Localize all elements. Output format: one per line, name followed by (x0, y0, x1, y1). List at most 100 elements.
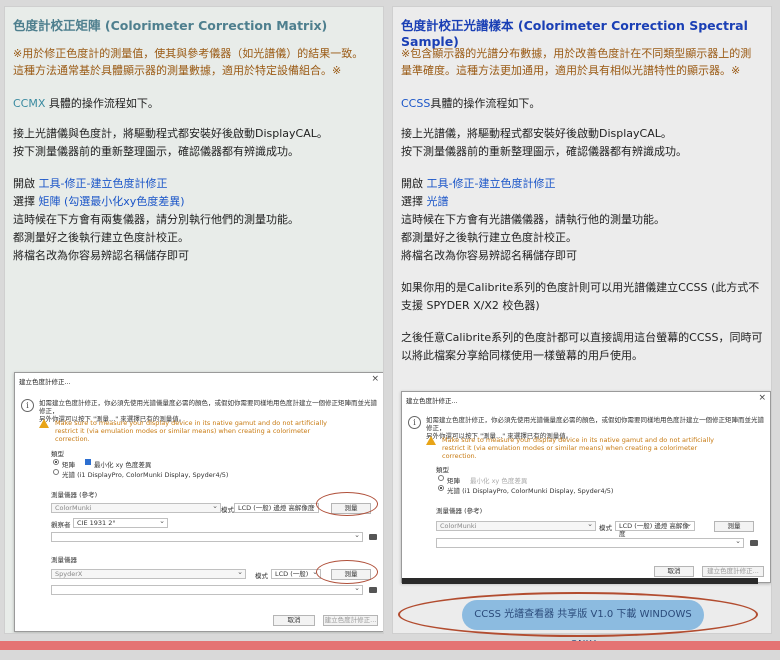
ccss-viewer-download-button[interactable]: CCSS 光譜查看器 共享版 V1.0 下載 WINDOWS ONLY (462, 600, 704, 650)
open-prefix: 開啟 (401, 177, 427, 190)
reference-instrument-label: 測量儀器 (參考) (436, 507, 483, 515)
highlight-oval (316, 560, 378, 584)
note-line: 這種方法通常基於具體顯示器的測量數據，適用於特定設備組合。※ (13, 64, 342, 77)
step-line: 按下測量儀器前的重新整理圖示，確認儀器都有辨識成功。 (401, 145, 687, 158)
calibrite-line: 如果你用的是Calibrite系列的色度計則可以用光譜儀建立CCSS (此方式不 (401, 281, 760, 294)
ccmx-steps-2: 開啟 工具-修正-建立色度計修正 選擇 矩陣 (勾選最小化xy色度差異) 這時候… (13, 175, 375, 265)
step-line: 接上光譜儀與色度計，將驅動程式都安裝好後啟動DisplayCAL。 (13, 127, 328, 140)
step-line: 這時候在下方會有兩隻儀器，請分別執行他們的測量功能。 (13, 213, 299, 226)
matrix-radio[interactable] (53, 459, 59, 465)
spectral-label: 光譜 (i1 DisplayPro, ColorMunki Display, S… (62, 471, 229, 479)
observer-label: 觀察者 (51, 521, 71, 529)
desc-line: 如需建立色度計修正，你必須先使用光譜儀量度必需的顏色，或假如你需要同樣地用色度計… (426, 416, 764, 432)
type-label: 類型 (51, 450, 64, 458)
share-line: 之後任意Calibrite系列的色度計都可以直接調用這台螢幕的CCSS，同時可 (401, 331, 763, 344)
type-label: 類型 (436, 466, 449, 474)
cancel-button[interactable]: 取消 (273, 615, 315, 626)
create-correction-button[interactable]: 建立色度計修正... (702, 566, 764, 577)
ccmx-note: ※用於修正色度計的測量值，使其與參考儀器（如光譜儀）的結果一致。 這種方法通常基… (13, 45, 375, 79)
share-note: 之後任意Calibrite系列的色度計都可以直接調用這台螢幕的CCSS，同時可 … (401, 329, 763, 365)
measurement-instrument-label: 測量儀器 (51, 556, 77, 564)
info-icon: i (408, 416, 421, 429)
ccss-dialog-screenshot: 建立色度計修正... × i 如需建立色度計修正，你必須先使用光譜儀量度必需的顏… (401, 391, 771, 583)
step-line: 都測量好之後執行建立色度計校正。 (13, 231, 189, 244)
matrix-label: 矩陣 (62, 461, 75, 469)
warn-line: restrict it (via emulation modes or simi… (55, 427, 311, 435)
measurement-file-select[interactable] (51, 584, 363, 595)
dialog-scroll-edge (402, 578, 758, 584)
select-value: 光譜 (426, 195, 449, 208)
spectral-radio[interactable] (53, 469, 59, 475)
close-icon[interactable]: × (758, 393, 766, 403)
ccss-intro-text: 具體的操作流程如下。 (430, 97, 541, 110)
bottom-bar (0, 641, 780, 650)
observer-select[interactable]: CIE 1931 2° (73, 517, 168, 528)
folder-icon[interactable] (369, 587, 377, 593)
step-line: 按下測量儀器前的重新整理圖示，確認儀器都有辨識成功。 (13, 145, 299, 158)
step-line: 將檔名改為你容易辨認名稱儲存即可 (13, 249, 189, 262)
measurement-device-select[interactable]: SpyderX (51, 568, 246, 579)
calibrite-line: 支援 SPYDER X/X2 校色器) (401, 299, 540, 312)
highlight-oval (316, 492, 378, 516)
ccss-note: ※包含顯示器的光譜分布數據，用於改善色度計在不同類型顯示器上的測 量準確度。這種… (401, 45, 763, 79)
reference-measure-button[interactable]: 測量 (714, 521, 754, 532)
reference-mode-select[interactable]: LCD (一般) 邊燈 高解像度 (615, 520, 695, 538)
reference-instrument-label: 測量儀器 (參考) (51, 491, 98, 499)
open-menu-link[interactable]: 工具-修正-建立色度計修正 (427, 177, 556, 190)
ccmx-intro-text: 具體的操作流程如下。 (45, 97, 159, 110)
warn-line: restrict it (via emulation modes or simi… (442, 444, 698, 452)
close-icon[interactable]: × (371, 374, 379, 384)
min-xy-checkbox[interactable] (85, 459, 91, 465)
dialog-title: 建立色度計修正... (406, 397, 458, 405)
reference-file-select[interactable] (51, 531, 363, 542)
step-line: 都測量好之後執行建立色度計校正。 (401, 231, 577, 244)
select-value: 矩陣 (勾選最小化xy色度差異) (38, 195, 185, 208)
reference-file-select[interactable] (436, 537, 744, 548)
calibrite-note: 如果你用的是Calibrite系列的色度計則可以用光譜儀建立CCSS (此方式不… (401, 279, 763, 315)
ccmx-steps-1: 接上光譜儀與色度計，將驅動程式都安裝好後啟動DisplayCAL。 按下測量儀器… (13, 125, 375, 161)
ccss-intro: CCSS具體的操作流程如下。 (401, 95, 763, 113)
step-line: 這時候在下方會有光譜儀儀器，請執行他的測量功能。 (401, 213, 665, 226)
matrix-radio[interactable] (438, 475, 444, 481)
ccss-steps-1: 接上光譜儀，將驅動程式都安裝好後啟動DisplayCAL。 按下測量儀器前的重新… (401, 125, 763, 161)
min-xy-label: 最小化 xy 色度差異 (470, 477, 528, 485)
note-line: ※包含顯示器的光譜分布數據，用於改善色度計在不同類型顯示器上的測 (401, 47, 752, 60)
warning-icon (426, 436, 436, 445)
warn-line: Make sure to measure your display device… (55, 419, 327, 427)
reference-mode-select[interactable]: LCD (一般) 邊燈 高解像度 (234, 502, 319, 513)
warning-icon (39, 419, 49, 428)
min-xy-label: 最小化 xy 色度差異 (94, 461, 152, 469)
mode-label: 模式 (599, 524, 612, 532)
desc-line: 如需建立色度計修正，你必須先使用光譜儀量度必需的顏色，或假如你需要同樣地用色度計… (39, 399, 377, 415)
spectral-label: 光譜 (i1 DisplayPro, ColorMunki Display, S… (447, 487, 614, 495)
mode-label: 模式 (255, 572, 268, 580)
reference-device-select[interactable]: ColorMunki (51, 502, 221, 513)
step-line: 接上光譜儀，將驅動程式都安裝好後啟動DisplayCAL。 (401, 127, 672, 140)
ccmx-title: 色度計校正矩陣 (Colorimeter Correction Matrix) (13, 18, 328, 33)
spectral-radio[interactable] (438, 485, 444, 491)
warning-text: Make sure to measure your display device… (55, 419, 327, 443)
ccss-panel: 色度計校正光譜樣本 (Colorimeter Correction Spectr… (392, 6, 772, 634)
reference-device-select[interactable]: ColorMunki (436, 520, 596, 531)
warning-text: Make sure to measure your display device… (442, 436, 714, 460)
measurement-mode-select[interactable]: LCD (一般) (271, 568, 321, 579)
open-prefix: 開啟 (13, 177, 39, 190)
step-line: 將檔名改為你容易辨認名稱儲存即可 (401, 249, 577, 262)
ccmx-panel: 色度計校正矩陣 (Colorimeter Correction Matrix) … (4, 6, 384, 634)
mode-label: 模式 (221, 506, 234, 514)
warn-line: correction. (55, 435, 90, 443)
select-prefix: 選擇 (401, 195, 427, 208)
cancel-button[interactable]: 取消 (654, 566, 694, 577)
folder-icon[interactable] (369, 534, 377, 540)
note-line: 量準確度。這種方法更加通用，適用於具有相似光譜特性的顯示器。※ (401, 64, 741, 77)
open-menu-link[interactable]: 工具-修正-建立色度計修正 (39, 177, 168, 190)
folder-icon[interactable] (750, 540, 758, 546)
ccmx-term: CCMX (13, 97, 46, 110)
create-correction-button[interactable]: 建立色度計修正... (323, 615, 378, 626)
select-prefix: 選擇 (13, 195, 39, 208)
ccss-steps-2: 開啟 工具-修正-建立色度計修正 選擇 光譜 這時候在下方會有光譜儀儀器，請執行… (401, 175, 763, 265)
ccmx-intro: CCMX 具體的操作流程如下。 (13, 95, 375, 113)
ccss-title: 色度計校正光譜樣本 (Colorimeter Correction Spectr… (401, 18, 748, 49)
warn-line: Make sure to measure your display device… (442, 436, 714, 444)
warn-line: correction. (442, 452, 477, 460)
